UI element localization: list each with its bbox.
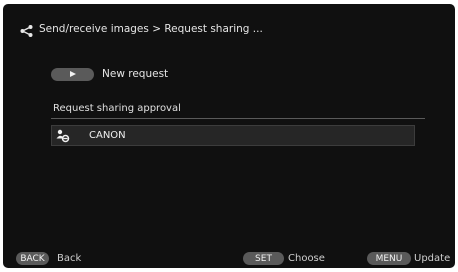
new-request-button[interactable]: New request	[51, 65, 168, 83]
play-icon	[69, 71, 76, 77]
section-divider	[51, 118, 425, 119]
new-request-label: New request	[102, 68, 169, 80]
share-icon	[20, 25, 33, 37]
page-title: Send/receive images > Request sharing ..…	[39, 23, 263, 35]
screen: Send/receive images > Request sharing ..…	[3, 4, 455, 268]
device-item-canon[interactable]: CANON	[51, 125, 415, 146]
device-name: CANON	[89, 130, 126, 141]
approval-section-label: Request sharing approval	[53, 103, 181, 114]
update-label: Update	[414, 253, 451, 264]
person-with-link-icon	[56, 129, 70, 143]
back-key-button[interactable]: BACK	[16, 252, 49, 265]
choose-label: Choose	[288, 253, 325, 264]
back-label: Back	[57, 253, 82, 264]
header: Send/receive images > Request sharing ..…	[3, 4, 455, 44]
menu-key-button[interactable]: MENU	[367, 252, 411, 265]
new-request-pill[interactable]	[51, 67, 94, 81]
set-key-button[interactable]: SET	[243, 252, 284, 265]
